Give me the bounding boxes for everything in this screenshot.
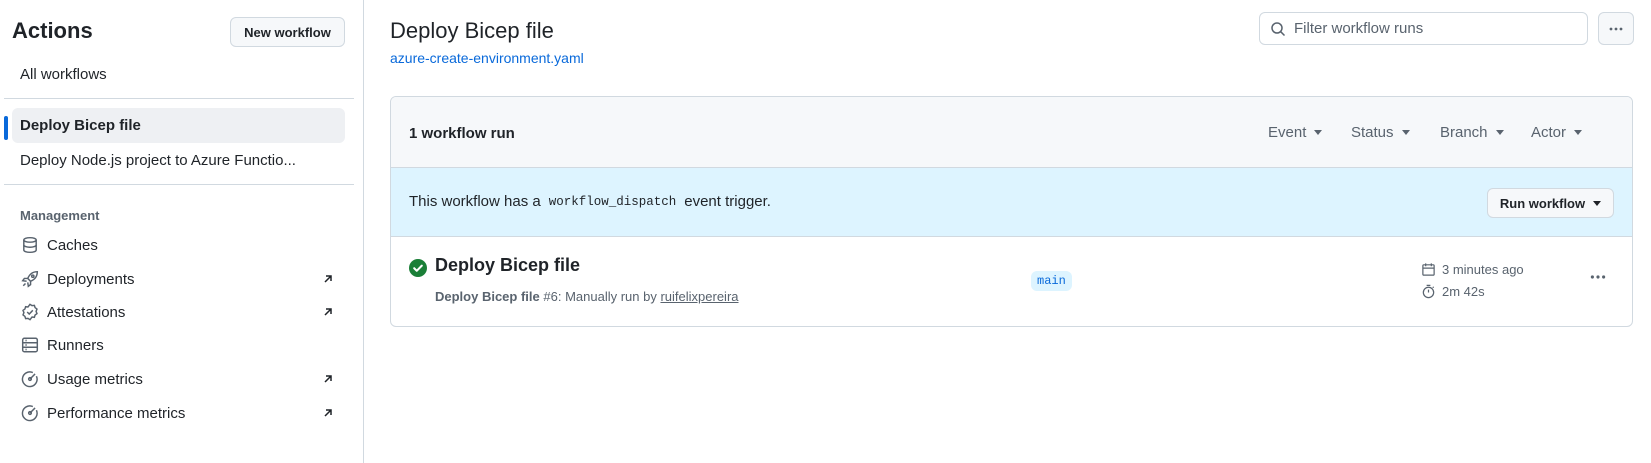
time-ago-text: 3 minutes ago — [1442, 262, 1524, 277]
check-circle-icon — [409, 259, 427, 277]
duration-text: 2m 42s — [1442, 284, 1485, 299]
dispatch-code: workflow_dispatch — [548, 194, 677, 209]
sidebar-item-deploy-nodejs[interactable]: Deploy Node.js project to Azure Functio.… — [12, 143, 345, 178]
filter-label: Actor — [1531, 124, 1567, 141]
run-duration: 2m 42s — [1421, 284, 1485, 299]
search-input[interactable] — [1294, 20, 1574, 37]
caret-down-icon — [1495, 130, 1504, 135]
caret-down-icon — [1593, 200, 1602, 206]
status-filter-dropdown[interactable]: Status — [1351, 124, 1410, 141]
external-link-icon — [324, 409, 332, 417]
sidebar-title: Actions — [12, 18, 93, 43]
sidebar-item-caches[interactable]: Caches — [20, 231, 340, 259]
search-icon — [1271, 21, 1286, 36]
dispatch-message: This workflow has a workflow_dispatch ev… — [409, 193, 771, 210]
sidebar: Actions New workflow All workflows Deplo… — [0, 0, 364, 463]
run-trigger-text: : Manually run by — [557, 289, 657, 304]
filter-label: Status — [1351, 124, 1394, 141]
actor-filter-dropdown[interactable]: Actor — [1531, 124, 1583, 141]
dispatch-prefix: This workflow has a — [409, 193, 541, 210]
sidebar-divider — [4, 98, 354, 99]
filter-label: Event — [1268, 124, 1307, 141]
verified-icon — [20, 302, 40, 322]
all-workflows-link[interactable]: All workflows — [20, 66, 107, 83]
caret-down-icon — [1314, 130, 1323, 135]
calendar-icon — [1422, 263, 1435, 276]
meter-icon — [20, 369, 40, 389]
dispatch-banner: This workflow has a workflow_dispatch ev… — [391, 168, 1632, 237]
sidebar-item-label: Caches — [47, 236, 98, 254]
kebab-horizontal-icon — [1590, 275, 1606, 279]
sidebar-item-label: Deploy Bicep file — [20, 117, 141, 134]
active-indicator — [4, 116, 8, 140]
event-filter-dropdown[interactable]: Event — [1268, 124, 1323, 141]
filter-label: Branch — [1440, 124, 1488, 141]
sidebar-item-usage-metrics[interactable]: Usage metrics — [20, 365, 340, 393]
external-link-icon — [324, 375, 332, 383]
sidebar-item-label: Usage metrics — [47, 370, 143, 388]
dispatch-suffix: event trigger. — [684, 193, 771, 210]
filter-workflow-runs[interactable] — [1259, 12, 1588, 45]
sidebar-item-deploy-bicep-file[interactable]: Deploy Bicep file — [12, 108, 345, 143]
sidebar-item-runners[interactable]: Runners — [20, 331, 340, 359]
sidebar-item-label: Attestations — [47, 303, 126, 321]
run-workflow-button[interactable]: Run workflow — [1487, 188, 1614, 218]
new-workflow-button[interactable]: New workflow — [230, 17, 345, 47]
sidebar-item-label: Deployments — [47, 270, 135, 288]
caret-down-icon — [1401, 130, 1410, 135]
workflow-runs-panel: 1 workflow run Event Status Branch Actor… — [390, 96, 1633, 327]
external-link-icon — [324, 275, 332, 283]
management-heading: Management — [20, 208, 100, 223]
server-icon — [20, 335, 40, 355]
more-options-button[interactable] — [1598, 12, 1634, 45]
workflow-run-row[interactable]: Deploy Bicep file Deploy Bicep file #6: … — [391, 237, 1632, 326]
run-options-button[interactable] — [1586, 265, 1610, 289]
database-icon — [20, 235, 40, 255]
sidebar-item-label: Performance metrics — [47, 404, 186, 422]
branch-filter-dropdown[interactable]: Branch — [1440, 124, 1504, 141]
workflow-file-link[interactable]: azure-create-environment.yaml — [390, 50, 584, 66]
kebab-horizontal-icon — [1609, 27, 1623, 30]
run-actor-link[interactable]: ruifelixpereira — [660, 289, 738, 304]
external-link-icon — [324, 308, 332, 316]
workflow-run-count: 1 workflow run — [409, 125, 515, 142]
page-title: Deploy Bicep file — [390, 18, 554, 43]
run-number: #6 — [543, 289, 558, 304]
sidebar-divider — [4, 184, 354, 185]
run-time-ago: 3 minutes ago — [1421, 262, 1524, 277]
branch-badge[interactable]: main — [1031, 271, 1072, 291]
run-workflow-name: Deploy Bicep file — [435, 289, 540, 304]
sidebar-item-label: Runners — [47, 336, 104, 354]
caret-down-icon — [1574, 130, 1583, 135]
run-workflow-label: Run workflow — [1499, 195, 1586, 211]
runs-panel-header: 1 workflow run Event Status Branch Actor — [391, 97, 1632, 168]
run-meta: Deploy Bicep file #6: Manually run by ru… — [435, 289, 739, 304]
run-title[interactable]: Deploy Bicep file — [435, 255, 580, 276]
sidebar-item-performance-metrics[interactable]: Performance metrics — [20, 399, 340, 427]
rocket-icon — [20, 269, 40, 289]
meter-icon — [20, 403, 40, 423]
stopwatch-icon — [1422, 284, 1435, 299]
sidebar-item-deployments[interactable]: Deployments — [20, 265, 340, 293]
sidebar-item-attestations[interactable]: Attestations — [20, 298, 340, 326]
sidebar-item-label: Deploy Node.js project to Azure Functio.… — [20, 152, 296, 169]
